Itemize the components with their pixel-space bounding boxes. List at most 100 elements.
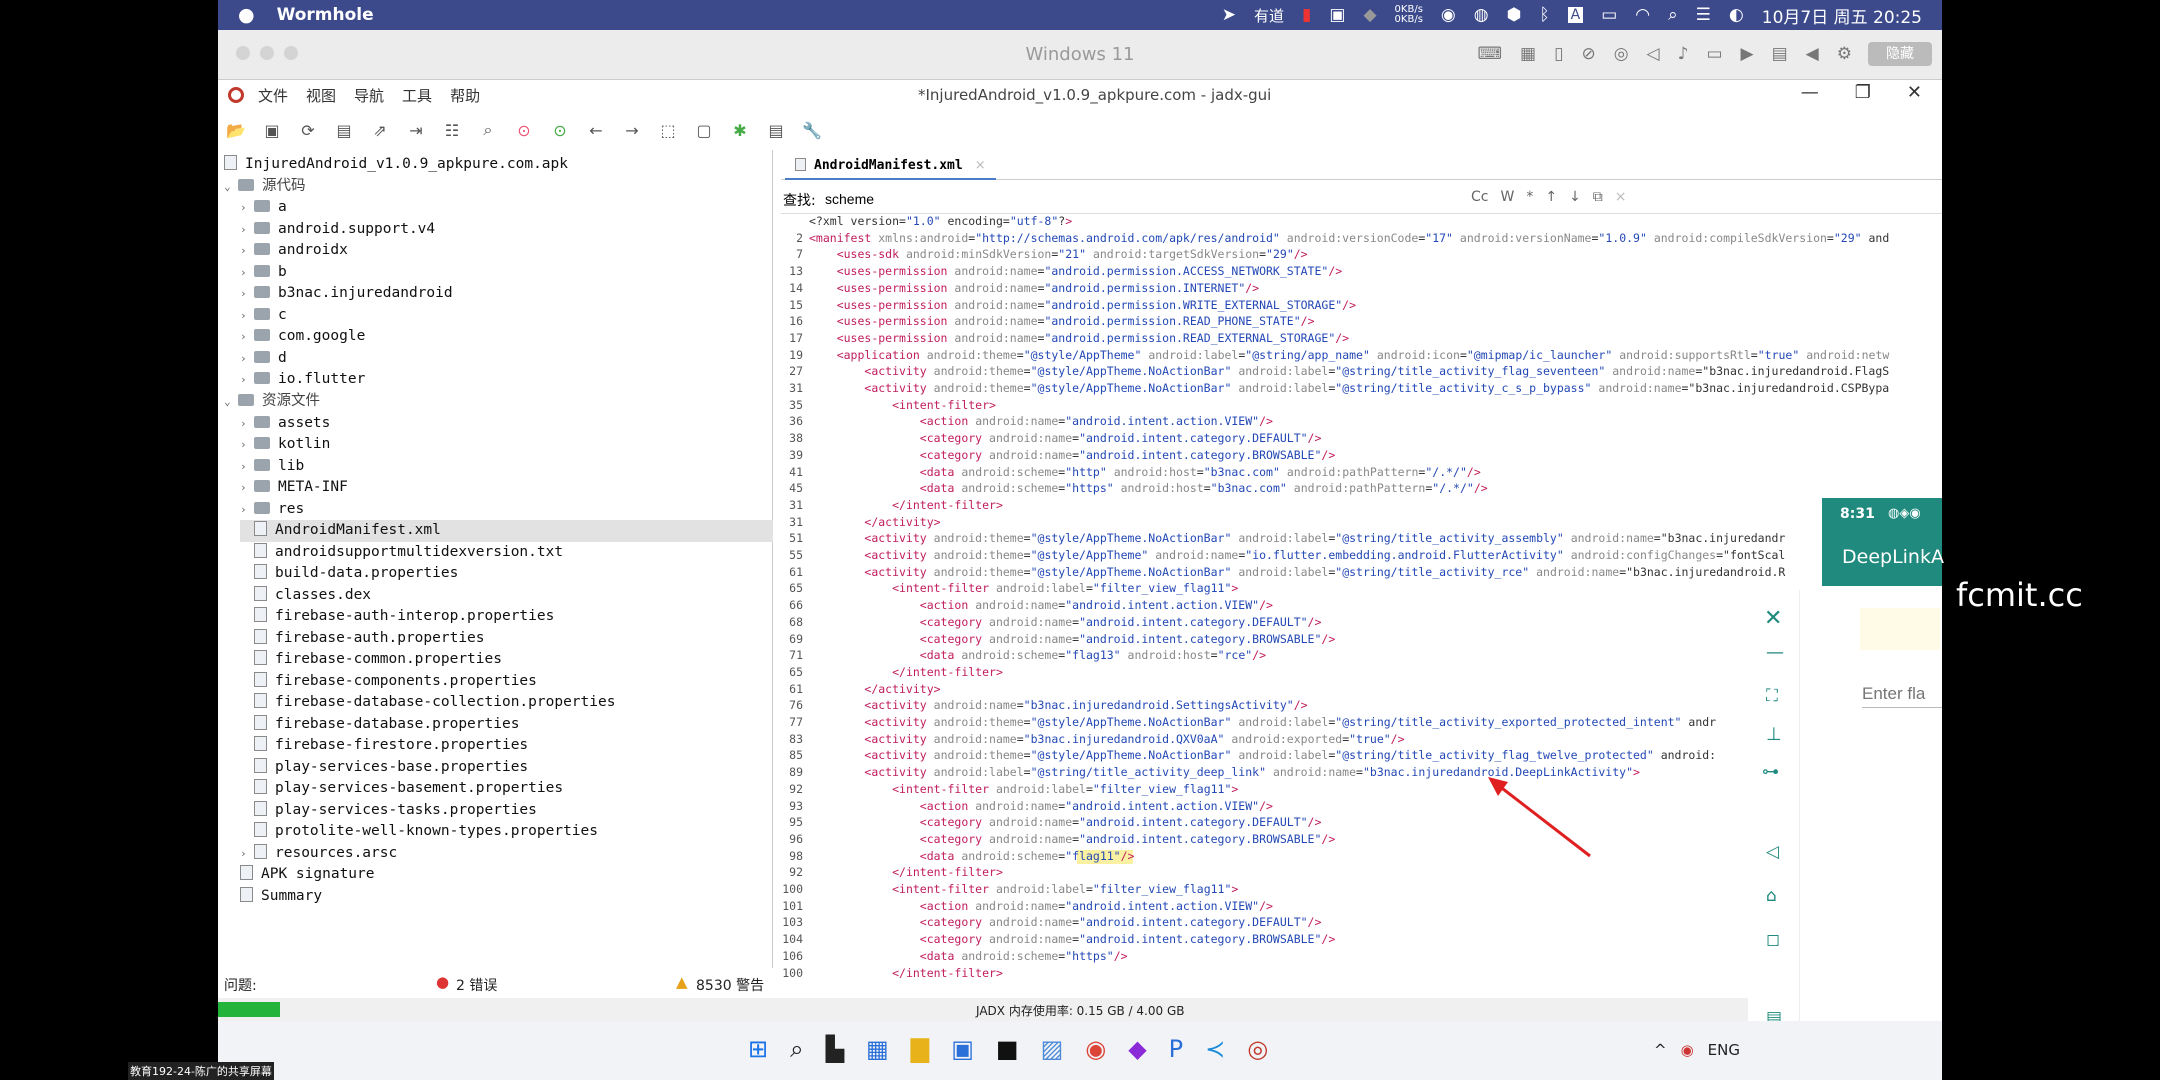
close-icon[interactable]: ✕ xyxy=(1907,82,1922,103)
code-line[interactable]: <activity android:name="b3nac.injuredand… xyxy=(809,698,1307,712)
tree-file[interactable]: play-services-basement.properties xyxy=(240,778,563,800)
code-line[interactable]: <uses-permission android:name="android.p… xyxy=(809,314,1315,328)
code-line[interactable]: <intent-filter android:label="filter_vie… xyxy=(809,882,1238,896)
code-line[interactable]: </activity> xyxy=(809,682,940,696)
apple-icon[interactable]: ● xyxy=(238,4,255,26)
tree-icon[interactable]: ☷ xyxy=(439,117,465,143)
minimize-icon[interactable]: — xyxy=(1801,82,1819,103)
jadx-taskbar-icon[interactable]: ◎ xyxy=(1247,1035,1268,1063)
keyboard-icon[interactable]: ⌨ xyxy=(1477,44,1502,64)
warning-count[interactable]: 8530 警告 xyxy=(696,975,764,995)
code-line[interactable]: <category android:name="android.intent.c… xyxy=(809,932,1335,946)
tree-file[interactable]: firebase-firestore.properties xyxy=(240,735,528,757)
code-line[interactable]: <uses-permission android:name="android.p… xyxy=(809,264,1342,278)
code-line[interactable]: </intent-filter> xyxy=(809,498,1003,512)
code-line[interactable]: </intent-filter> xyxy=(809,865,1003,879)
code-line[interactable]: <activity android:theme="@style/AppTheme… xyxy=(809,565,1785,579)
find-class-icon[interactable]: ⊙ xyxy=(511,117,537,143)
wifi-icon[interactable]: ◠ xyxy=(1635,5,1650,25)
tree-folder[interactable]: › assets xyxy=(240,413,330,435)
menu-view[interactable]: 视图 xyxy=(306,85,336,106)
siri-icon[interactable]: ◐ xyxy=(1729,5,1744,25)
code-line[interactable]: <data android:scheme="https" android:hos… xyxy=(809,481,1488,495)
record-icon[interactable]: ▮ xyxy=(1302,5,1311,25)
export-icon[interactable]: ⇗ xyxy=(367,117,393,143)
vm-hide-button[interactable]: 隐藏 xyxy=(1868,42,1932,66)
tree-package[interactable]: › com.google xyxy=(240,326,365,348)
terminal-icon[interactable]: ▙ xyxy=(826,1035,844,1063)
phone-flag-input[interactable] xyxy=(1862,680,1942,708)
tree-file[interactable]: classes.dex xyxy=(240,585,371,607)
menu-tools[interactable]: 工具 xyxy=(402,85,432,106)
tab-android-manifest[interactable]: AndroidManifest.xml × xyxy=(785,150,996,180)
language-label[interactable]: ENG xyxy=(1708,1041,1740,1059)
tree-folder[interactable]: › res xyxy=(240,499,304,521)
error-count[interactable]: 2 错误 xyxy=(456,975,497,995)
tree-folder[interactable]: › kotlin xyxy=(240,434,330,456)
code-line[interactable]: <activity android:theme="@style/AppTheme… xyxy=(809,748,1716,762)
back-icon[interactable]: ← xyxy=(583,117,609,143)
open-icon[interactable]: 📂 xyxy=(223,117,249,143)
tree-file[interactable]: firebase-components.properties xyxy=(240,671,537,693)
deobf-icon[interactable]: ⬚ xyxy=(655,117,681,143)
bookmark-icon[interactable]: ▢ xyxy=(691,117,717,143)
menu-help[interactable]: 帮助 xyxy=(450,85,480,106)
code-line[interactable]: <category android:name="android.intent.c… xyxy=(809,431,1322,445)
pycharm-icon[interactable]: P xyxy=(1169,1035,1183,1063)
code-line[interactable]: <activity android:name="b3nac.injuredand… xyxy=(809,732,1404,746)
folder-icon[interactable]: ▤ xyxy=(1772,44,1788,64)
find-usage-icon[interactable]: ⊙ xyxy=(547,117,573,143)
code-line[interactable]: <category android:name="android.intent.c… xyxy=(809,815,1322,829)
code-line[interactable]: <?xml version="1.0" encoding="utf-8"?> xyxy=(809,214,1072,228)
tree-package[interactable]: › b3nac.injuredandroid xyxy=(240,283,453,305)
explorer-icon[interactable]: ▇ xyxy=(911,1035,929,1063)
find-prev-icon[interactable]: ↑ xyxy=(1545,189,1557,205)
code-line[interactable]: <category android:name="android.intent.c… xyxy=(809,832,1335,846)
code-line[interactable]: <data android:scheme="https"/> xyxy=(809,949,1128,963)
code-line[interactable]: <activity android:theme="@style/AppTheme… xyxy=(809,548,1785,562)
chrome-icon[interactable]: ◉ xyxy=(1085,1035,1106,1063)
code-line[interactable]: <activity android:theme="@style/AppTheme… xyxy=(809,381,1889,395)
drive-icon[interactable]: ▭ xyxy=(1706,44,1722,64)
minimize-icon[interactable]: — xyxy=(1766,642,1784,663)
code-line[interactable]: <activity android:theme="@style/AppTheme… xyxy=(809,715,1716,729)
search-icon[interactable]: ⌕ xyxy=(475,117,501,143)
store-icon[interactable]: ▣ xyxy=(951,1035,974,1063)
qq-icon[interactable]: ◍ xyxy=(1474,5,1489,25)
code-line[interactable]: <application android:theme="@style/AppTh… xyxy=(809,348,1890,362)
whole-word-toggle[interactable]: W xyxy=(1500,189,1514,205)
code-line[interactable]: <action android:name="android.intent.act… xyxy=(809,899,1273,913)
start-icon[interactable]: ⊞ xyxy=(748,1035,768,1063)
tree-resources-node[interactable]: ⌄ 资源文件 xyxy=(224,391,320,413)
volume-icon[interactable]: ◁ xyxy=(1647,44,1660,64)
tree-file[interactable]: androidsupportmultidexversion.txt xyxy=(240,542,563,564)
bluetooth-icon[interactable]: ᛒ xyxy=(1539,5,1549,25)
youdao-label[interactable]: 有道 xyxy=(1254,5,1284,26)
vscode-icon[interactable]: ≺ xyxy=(1205,1035,1225,1063)
cat-icon[interactable]: ◆ xyxy=(1363,5,1376,25)
tree-package[interactable]: › androidx xyxy=(240,240,348,262)
video-icon[interactable]: ▶ xyxy=(1741,44,1754,64)
back-icon[interactable]: ◁ xyxy=(1766,842,1779,862)
wechat-icon[interactable]: ◉ xyxy=(1441,5,1456,25)
tree-file[interactable]: build-data.properties xyxy=(240,563,458,585)
code-line[interactable]: <category android:name="android.intent.c… xyxy=(809,615,1322,629)
tree-package[interactable]: › io.flutter xyxy=(240,369,365,391)
sync-icon[interactable]: ⟳ xyxy=(295,117,321,143)
widgets-icon[interactable]: ▦ xyxy=(866,1035,889,1063)
tree-source-node[interactable]: ⌄ 源代码 xyxy=(224,176,306,198)
code-line[interactable]: <action android:name="android.intent.act… xyxy=(809,799,1273,813)
prefs-icon[interactable]: 🔧 xyxy=(799,117,825,143)
usb-icon[interactable]: ▯ xyxy=(1554,44,1563,64)
datetime[interactable]: 10月7日 周五 20:25 xyxy=(1762,3,1922,28)
tree-summary[interactable]: Summary xyxy=(240,886,322,908)
tree-folder[interactable]: › META-INF xyxy=(240,477,348,499)
notes-icon[interactable]: ▣ xyxy=(1329,5,1345,25)
find-next-icon[interactable]: ↓ xyxy=(1569,189,1581,205)
settings-icon[interactable]: ⚙ xyxy=(1837,44,1852,64)
code-line[interactable]: <activity android:theme="@style/AppTheme… xyxy=(809,531,1785,545)
code-line[interactable]: <uses-permission android:name="android.p… xyxy=(809,298,1356,312)
cmd-icon[interactable]: ■ xyxy=(996,1035,1019,1063)
save-icon[interactable]: ▤ xyxy=(331,117,357,143)
forward-icon[interactable]: → xyxy=(619,117,645,143)
